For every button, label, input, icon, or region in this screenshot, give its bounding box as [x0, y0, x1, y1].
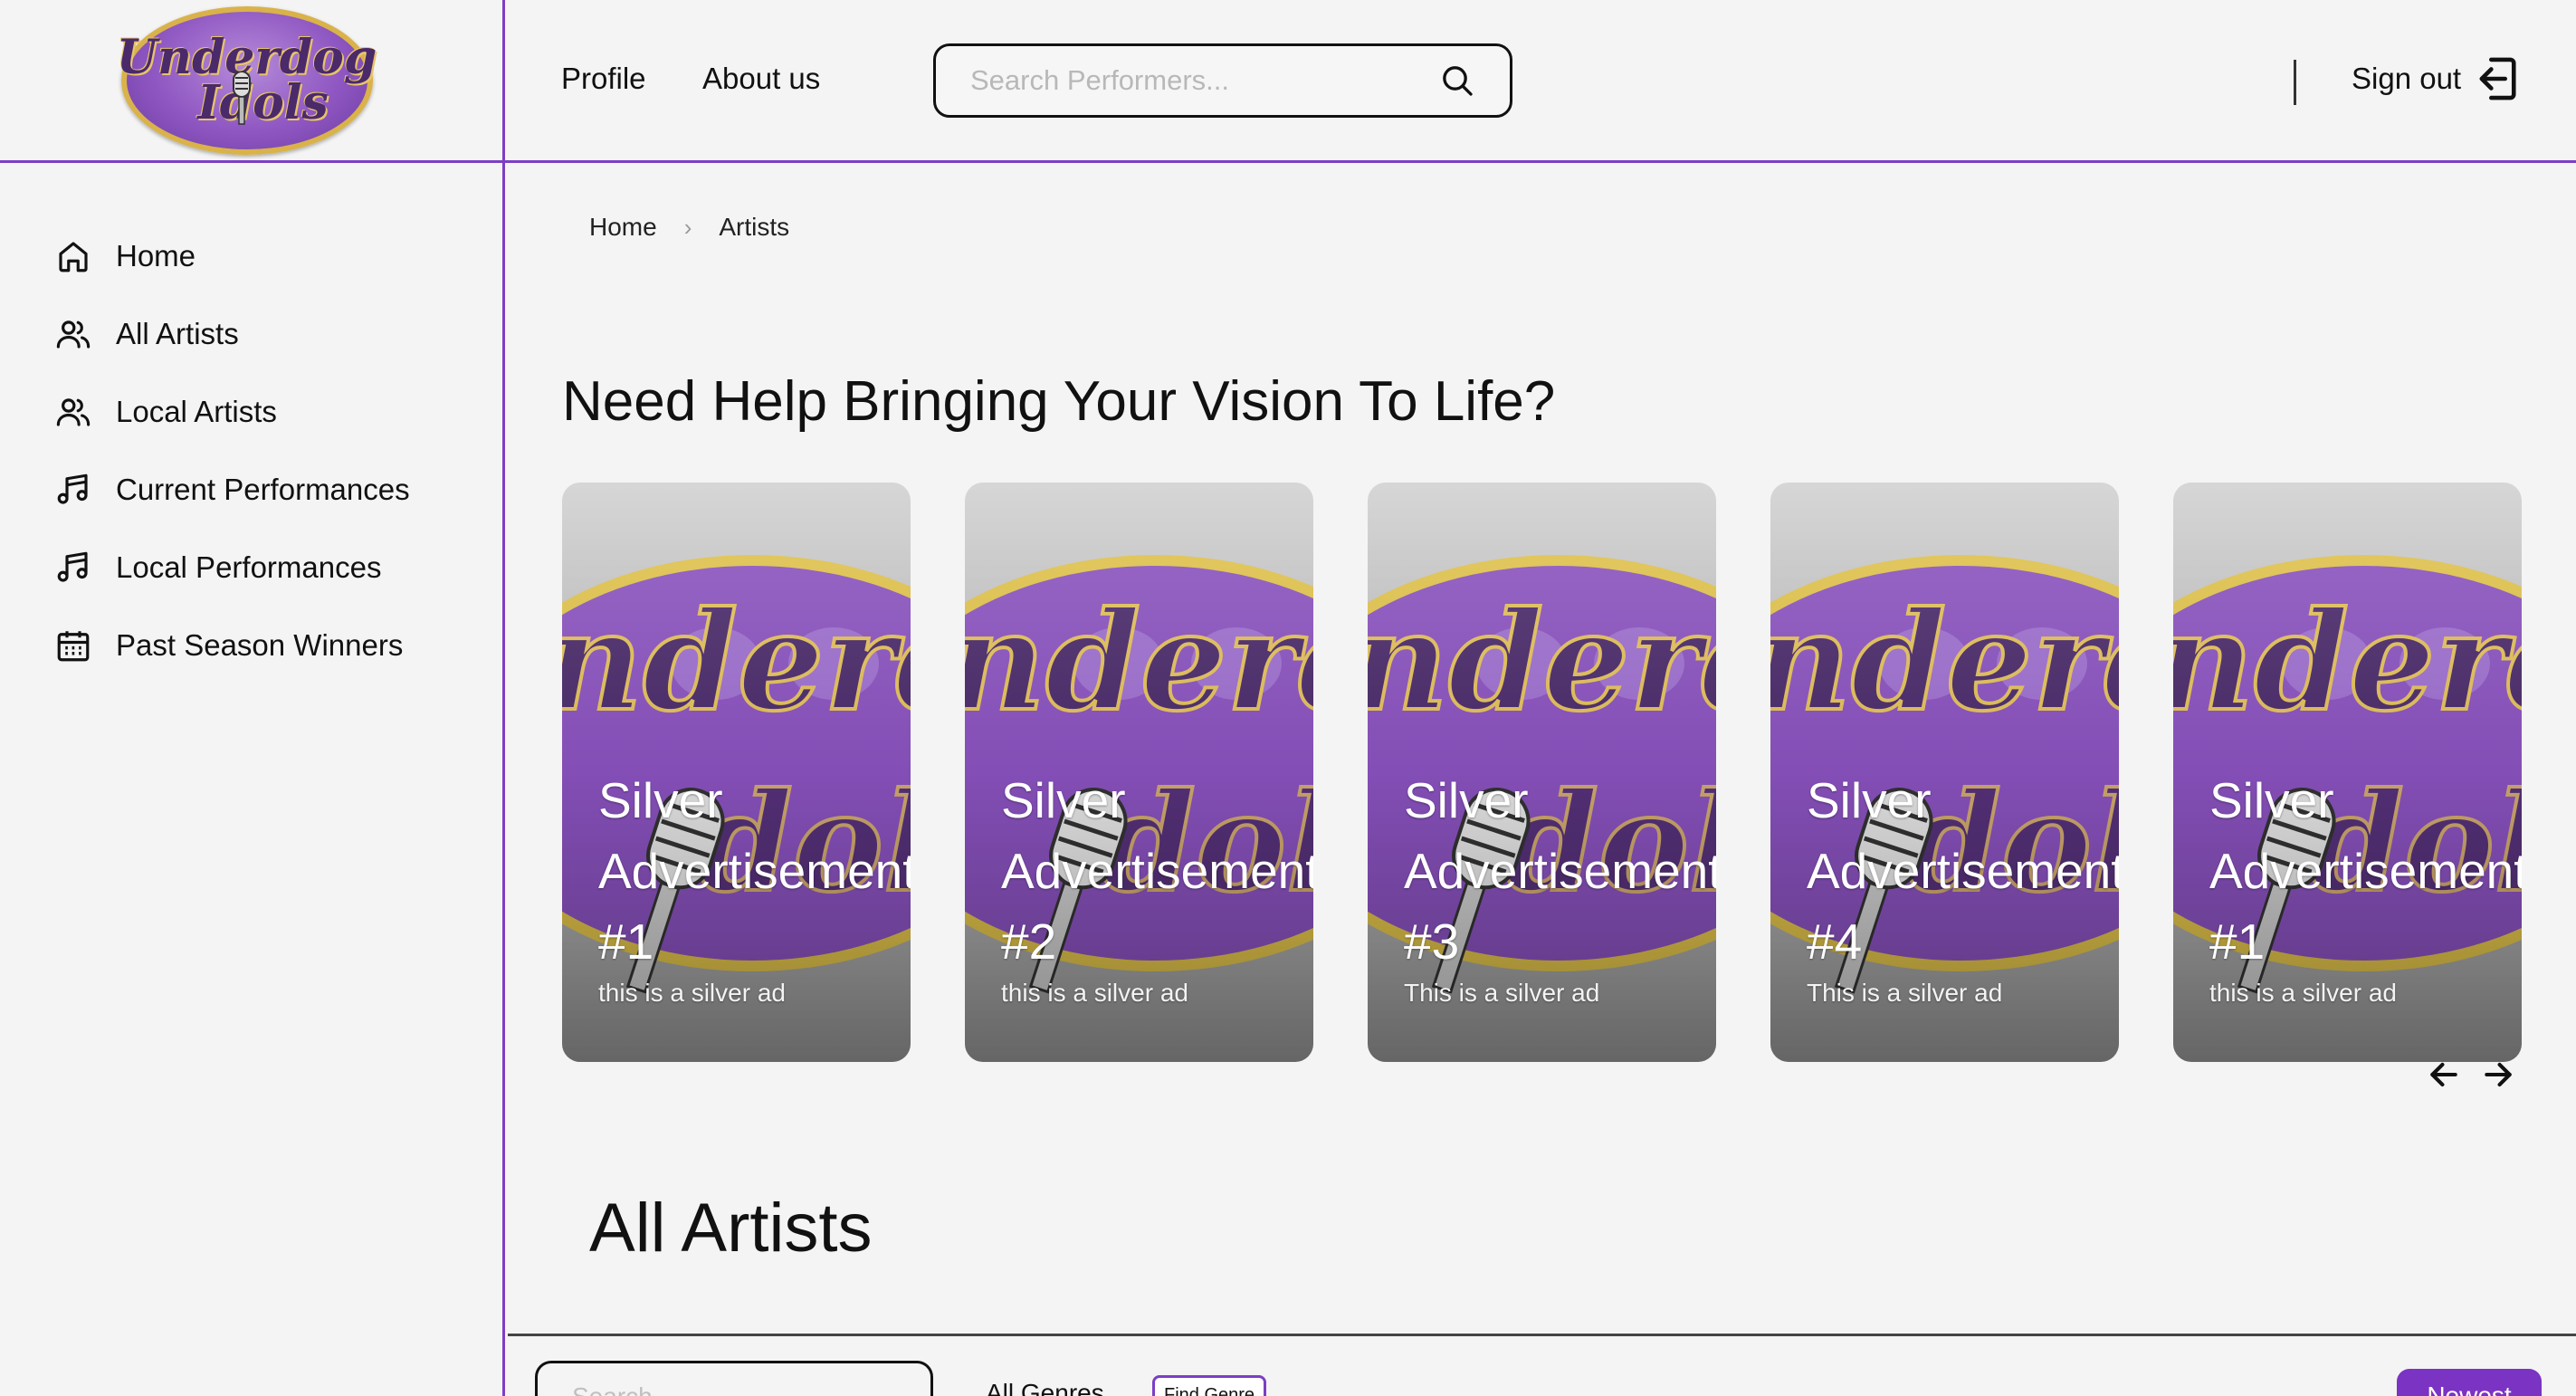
promo-card-subtitle: This is a silver ad: [1807, 979, 2003, 1007]
sign-out-icon: [2479, 57, 2516, 100]
promo-card[interactable]: nderd dol Silver Advertisement #1 this i…: [562, 483, 911, 1062]
sidebar-item-home[interactable]: Home: [0, 217, 502, 295]
sidebar-item-past-season-winners[interactable]: Past Season Winners: [0, 607, 502, 684]
promo-card-subtitle: this is a silver ad: [598, 979, 786, 1007]
sidebar-item-label: Current Performances: [116, 473, 410, 506]
carousel-controls: [2427, 1057, 2515, 1092]
promo-card-title: Silver Advertisement #1: [2209, 772, 2522, 970]
sign-out-button[interactable]: Sign out: [2352, 54, 2519, 103]
sidebar-nav: Home All Artists Local Artists Current P…: [0, 163, 502, 684]
arrow-right-icon[interactable]: [2481, 1057, 2515, 1092]
all-artists-title: All Artists: [589, 1190, 873, 1267]
breadcrumb: Home › Artists: [589, 213, 789, 242]
promo-card-subtitle: this is a silver ad: [1001, 979, 1188, 1007]
breadcrumb-home[interactable]: Home: [589, 213, 657, 242]
search-icon[interactable]: [1439, 62, 1475, 99]
logo[interactable]: Underdog Idols: [117, 5, 377, 155]
calendar-icon: [57, 631, 90, 662]
sidebar: Underdog Idols Home All Artists Local Ar…: [0, 0, 505, 1396]
promo-card-title: Silver Advertisement #2: [1001, 772, 1313, 970]
genre-select[interactable]: All Genres ⌄: [986, 1379, 1131, 1396]
find-genre-button[interactable]: Find Genre: [1152, 1375, 1267, 1396]
sidebar-item-all-artists[interactable]: All Artists: [0, 295, 502, 373]
promo-card[interactable]: nderd dol Silver Advertisement #3 This i…: [1368, 483, 1716, 1062]
genre-select-value: All Genres: [986, 1379, 1104, 1396]
microphone-icon: [232, 71, 251, 125]
home-icon: [59, 242, 88, 273]
performer-search-box[interactable]: [933, 43, 1512, 118]
promo-card-subtitle: this is a silver ad: [2209, 979, 2397, 1007]
promo-carousel: nderd dol Silver Advertisement #1 this i…: [562, 483, 2576, 1062]
promo-card[interactable]: nderd dol Silver Advertisement #1 this i…: [2173, 483, 2522, 1062]
arrow-left-icon[interactable]: [2427, 1057, 2461, 1092]
users-icon: [56, 398, 91, 426]
profile-link[interactable]: Profile: [561, 62, 646, 96]
breadcrumb-current: Artists: [719, 213, 790, 241]
header-divider: [2294, 60, 2296, 105]
chevron-right-icon: ›: [683, 213, 692, 241]
sidebar-item-local-artists[interactable]: Local Artists: [0, 373, 502, 451]
sidebar-item-label: Local Performances: [116, 550, 382, 584]
music-note-icon: [57, 473, 88, 504]
users-icon: [56, 320, 91, 349]
sidebar-item-current-performances[interactable]: Current Performances: [0, 451, 502, 529]
section-divider: [508, 1334, 2576, 1336]
sidebar-item-label: Local Artists: [116, 395, 277, 428]
artist-search-box[interactable]: [535, 1361, 933, 1396]
sidebar-item-label: All Artists: [116, 317, 239, 350]
promo-card[interactable]: nderd dol Silver Advertisement #4 This i…: [1770, 483, 2119, 1062]
sidebar-item-label: Past Season Winners: [116, 628, 404, 662]
promo-card-subtitle: This is a silver ad: [1404, 979, 1600, 1007]
performer-search-input[interactable]: [970, 64, 1439, 97]
promo-card[interactable]: nderd dol Silver Advertisement #2 this i…: [965, 483, 1313, 1062]
sidebar-item-label: Home: [116, 239, 196, 273]
chevron-down-icon: ⌄: [1116, 1386, 1132, 1396]
promo-card-title: Silver Advertisement #4: [1807, 772, 2119, 970]
promo-card-title: Silver Advertisement #3: [1404, 772, 1716, 970]
sidebar-item-local-performances[interactable]: Local Performances: [0, 529, 502, 607]
sign-out-label: Sign out: [2352, 62, 2462, 95]
top-header: Profile About us Sign out: [505, 0, 2576, 163]
logo-container[interactable]: Underdog Idols: [0, 0, 502, 163]
main-content: Home › Artists Need Help Bringing Your V…: [508, 166, 2576, 1396]
artist-search-input[interactable]: [572, 1382, 899, 1396]
promo-section-title: Need Help Bringing Your Vision To Life?: [562, 370, 1556, 433]
about-us-link[interactable]: About us: [702, 62, 820, 96]
music-note-icon: [57, 551, 88, 582]
sort-newest-button[interactable]: Newest: [2397, 1369, 2542, 1396]
promo-card-title: Silver Advertisement #1: [598, 772, 911, 970]
